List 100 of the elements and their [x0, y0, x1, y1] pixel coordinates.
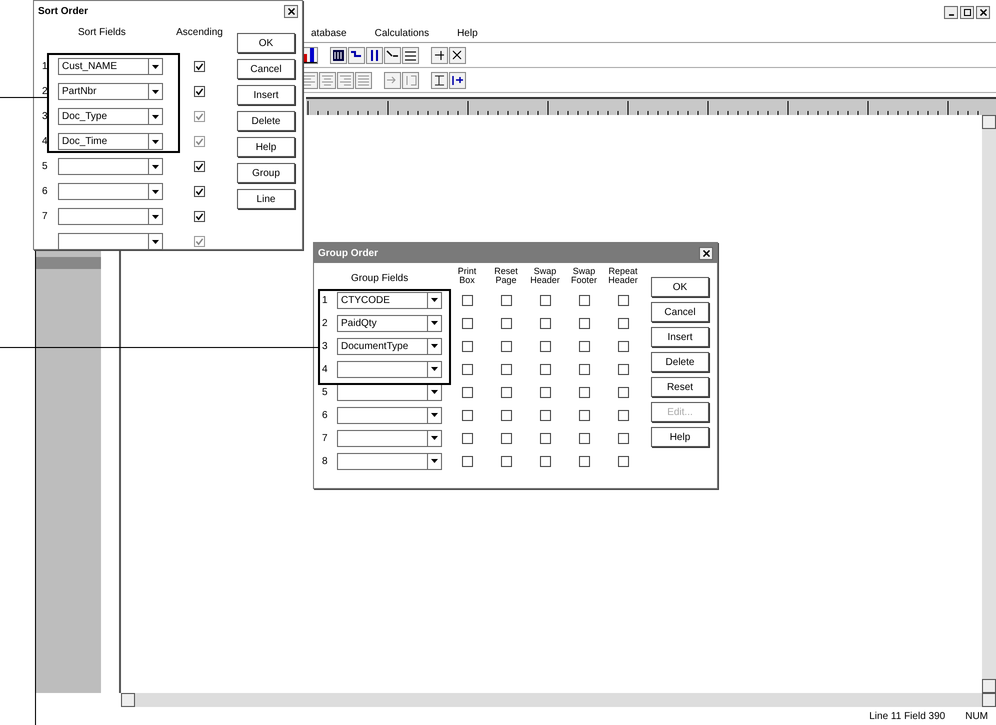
checkbox[interactable]: [540, 410, 550, 421]
scroll-right-button[interactable]: [982, 693, 996, 707]
checkbox[interactable]: [540, 318, 550, 329]
checkbox[interactable]: [194, 161, 205, 172]
toolbar-button[interactable]: [449, 72, 466, 88]
checkbox[interactable]: [500, 410, 512, 421]
dialog-button[interactable]: Insert: [237, 85, 295, 105]
checkbox[interactable]: [618, 456, 628, 467]
checkbox[interactable]: [462, 364, 472, 375]
checkbox[interactable]: [462, 456, 472, 467]
dialog-button[interactable]: Insert: [651, 327, 709, 347]
checkbox[interactable]: [194, 61, 205, 72]
checkbox[interactable]: [462, 294, 472, 306]
toolbar-button[interactable]: [431, 72, 448, 88]
checkbox[interactable]: [578, 410, 590, 421]
checkbox[interactable]: [462, 432, 472, 444]
dropdown-field[interactable]: PaidQty: [337, 314, 442, 332]
vertical-scrollbar[interactable]: [982, 115, 996, 693]
dialog-button[interactable]: Group: [237, 163, 295, 183]
dropdown-field[interactable]: [58, 183, 163, 200]
checkbox[interactable]: [194, 211, 205, 222]
minimize-button[interactable]: [944, 6, 958, 19]
checkbox[interactable]: [578, 340, 590, 352]
checkbox[interactable]: [578, 364, 590, 375]
check-icon: [195, 137, 204, 146]
checkbox[interactable]: [540, 364, 550, 375]
maximize-button[interactable]: [960, 6, 974, 19]
caret-icon: [152, 64, 159, 68]
horizontal-scrollbar[interactable]: [121, 693, 996, 707]
checkbox[interactable]: [500, 432, 512, 444]
checkbox[interactable]: [540, 340, 550, 352]
checkbox[interactable]: [578, 318, 590, 329]
dropdown-field[interactable]: [58, 208, 163, 225]
checkbox[interactable]: [540, 432, 550, 444]
scroll-left-button[interactable]: [121, 693, 135, 707]
dropdown-field[interactable]: [337, 452, 442, 470]
dialog-button[interactable]: Cancel: [651, 302, 709, 322]
checkbox[interactable]: [462, 318, 472, 329]
toolbar-button[interactable]: [384, 46, 401, 64]
row-number: 1: [42, 60, 49, 74]
checkbox[interactable]: [618, 364, 628, 375]
checkbox[interactable]: [618, 318, 628, 329]
column-header: Repeat Header: [607, 267, 639, 286]
dialog-button[interactable]: Delete: [237, 111, 295, 131]
toolbar-button[interactable]: [348, 46, 365, 64]
checkbox[interactable]: [462, 340, 472, 352]
checkbox[interactable]: [578, 432, 590, 444]
checkbox[interactable]: [578, 386, 590, 398]
dropdown-field[interactable]: PartNbr: [58, 83, 163, 100]
scroll-down-button[interactable]: [982, 679, 996, 693]
checkbox[interactable]: [500, 364, 512, 375]
toolbar-button[interactable]: [402, 46, 419, 64]
close-button[interactable]: [284, 4, 298, 18]
checkbox[interactable]: [462, 386, 472, 398]
checkbox[interactable]: [500, 386, 512, 398]
checkbox[interactable]: [618, 340, 628, 352]
dialog-button[interactable]: Help: [651, 427, 709, 447]
dialog-button[interactable]: Delete: [651, 352, 709, 372]
checkbox[interactable]: [618, 432, 628, 444]
checkbox[interactable]: [618, 386, 628, 398]
close-button[interactable]: [976, 6, 990, 19]
menu-item[interactable]: Calculations: [374, 26, 430, 41]
checkbox[interactable]: [618, 294, 628, 306]
close-button[interactable]: [699, 246, 713, 260]
dropdown-field[interactable]: [337, 430, 442, 447]
checkbox[interactable]: [540, 294, 550, 306]
menu-item[interactable]: atabase: [311, 26, 347, 41]
checkbox[interactable]: [194, 86, 205, 97]
dropdown-field[interactable]: Cust_NAME: [58, 58, 163, 75]
checkbox[interactable]: [578, 294, 590, 306]
toolbar-button[interactable]: [366, 46, 383, 64]
checkbox[interactable]: [578, 456, 590, 467]
toolbar-button[interactable]: [449, 46, 466, 64]
status-mode: NUM: [965, 710, 988, 724]
dropdown-field[interactable]: CTYCODE: [337, 292, 442, 309]
dialog-button[interactable]: Help: [237, 137, 295, 157]
checkbox[interactable]: [500, 294, 512, 306]
checkbox[interactable]: [194, 186, 205, 197]
dropdown-field[interactable]: [337, 406, 442, 424]
checkbox[interactable]: [462, 410, 472, 421]
toolbar-button[interactable]: [330, 46, 347, 64]
scroll-up-button[interactable]: [982, 115, 996, 129]
dialog-button[interactable]: OK: [237, 33, 295, 53]
toolbar-button[interactable]: [431, 46, 448, 64]
menu-item[interactable]: Help: [457, 26, 478, 41]
checkbox[interactable]: [540, 386, 550, 398]
dropdown-field[interactable]: [337, 360, 442, 378]
checkbox[interactable]: [500, 340, 512, 352]
checkbox[interactable]: [500, 318, 512, 329]
dropdown-field[interactable]: DocumentType: [337, 338, 442, 355]
checkbox[interactable]: [540, 456, 550, 467]
dialog-button[interactable]: Cancel: [237, 59, 295, 79]
dropdown-field[interactable]: [58, 233, 163, 250]
dropdown-field[interactable]: [58, 158, 163, 175]
checkbox[interactable]: [500, 456, 512, 467]
dialog-button[interactable]: OK: [651, 277, 709, 297]
dialog-button[interactable]: Line: [237, 189, 295, 209]
caret-icon: [152, 214, 159, 218]
checkbox[interactable]: [618, 410, 628, 421]
dialog-button[interactable]: Reset: [651, 377, 709, 397]
